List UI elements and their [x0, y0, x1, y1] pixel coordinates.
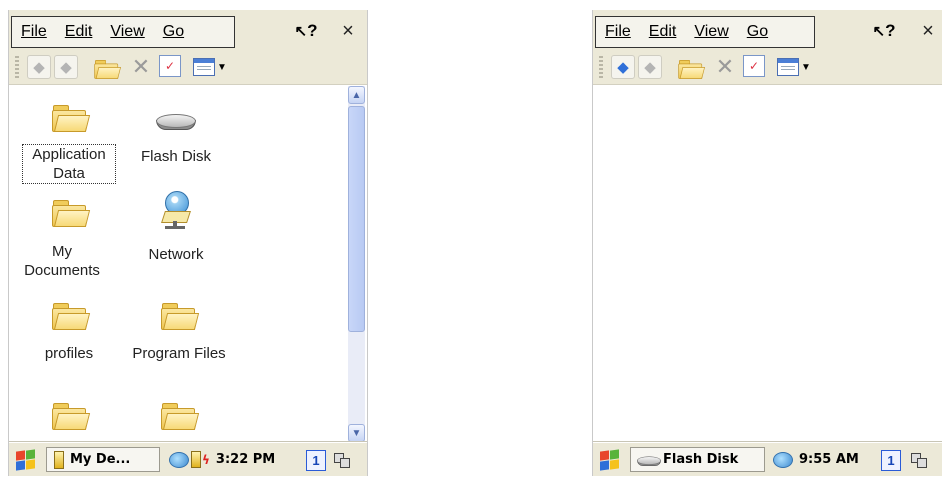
vertical-scrollbar[interactable]: ▲ ▼: [348, 86, 365, 442]
folder-icon[interactable]: [161, 303, 200, 330]
folder-icon[interactable]: [52, 200, 91, 227]
item-network[interactable]: Network: [134, 245, 218, 264]
clock[interactable]: 9:55 AM: [799, 452, 859, 467]
taskbar-window-button[interactable]: My De...: [46, 447, 160, 472]
menu-view[interactable]: View: [685, 23, 737, 41]
help-pointer-button[interactable]: ↖?: [869, 18, 899, 44]
menu-edit[interactable]: Edit: [640, 23, 686, 41]
scroll-thumb[interactable]: [348, 106, 365, 332]
chevron-down-icon: ▼: [217, 61, 227, 73]
back-arrow-icon[interactable]: ◆: [611, 55, 635, 79]
taskbar-window-button[interactable]: Flash Disk: [630, 447, 765, 472]
file-list: Application Data Flash Disk My Documents…: [9, 85, 367, 443]
close-button[interactable]: ×: [335, 18, 361, 44]
delete-icon[interactable]: ✕: [713, 54, 737, 79]
network-status-icon[interactable]: [169, 451, 189, 468]
views-dropdown-button[interactable]: ▼: [193, 55, 227, 79]
toolbar-grip-icon[interactable]: [15, 56, 19, 78]
toolbar: ◆ ◆ ✕ ✓ ▼: [9, 50, 367, 85]
properties-icon[interactable]: ✓: [743, 55, 765, 77]
up-folder-icon[interactable]: [673, 55, 705, 79]
up-folder-icon[interactable]: [89, 55, 121, 79]
delete-icon[interactable]: ✕: [129, 54, 153, 79]
taskbar-window-label: Flash Disk: [663, 452, 739, 467]
system-tray: ϟ 3:22 PM: [169, 447, 275, 472]
forward-arrow-icon[interactable]: ◆: [54, 55, 78, 79]
folder-icon[interactable]: [52, 403, 91, 430]
taskbar: Flash Disk 9:55 AM 1: [593, 442, 942, 476]
menu-group: File Edit View Go: [11, 16, 235, 48]
chevron-down-icon: ▼: [801, 61, 811, 73]
menu-edit[interactable]: Edit: [56, 23, 102, 41]
views-icon: [193, 58, 216, 76]
item-flash-disk[interactable]: Flash Disk: [129, 147, 223, 166]
clock[interactable]: 3:22 PM: [216, 452, 275, 467]
views-icon: [777, 58, 800, 76]
start-flag-icon[interactable]: [14, 449, 36, 471]
desktop-number-icon[interactable]: 1: [881, 450, 901, 471]
file-list-empty: [593, 85, 942, 443]
item-profiles[interactable]: profiles: [29, 344, 109, 363]
battery-icon[interactable]: [191, 451, 201, 468]
menu-group: File Edit View Go: [595, 16, 815, 48]
network-icon[interactable]: [159, 191, 193, 229]
taskbar: My De... ϟ 3:22 PM 1: [9, 442, 367, 476]
scroll-up-icon[interactable]: ▲: [348, 86, 365, 104]
connection-icon[interactable]: [334, 451, 350, 468]
right-explorer-window: File Edit View Go ↖? × ◆ ◆ ✕ ✓ ▼ Flash D…: [592, 10, 942, 476]
taskbar-window-label: My De...: [70, 452, 131, 467]
folder-icon[interactable]: [52, 105, 91, 132]
folder-icon[interactable]: [52, 303, 91, 330]
item-my-documents[interactable]: My Documents: [17, 242, 107, 280]
menu-go[interactable]: Go: [154, 23, 193, 41]
item-application-data[interactable]: Application Data: [22, 144, 116, 184]
left-explorer-window: File Edit View Go ↖? × ◆ ◆ ✕ ✓ ▼ Applica…: [8, 10, 368, 476]
menu-file[interactable]: File: [12, 23, 56, 41]
desktop-number-icon[interactable]: 1: [306, 450, 326, 471]
item-program-files[interactable]: Program Files: [122, 344, 236, 363]
folder-icon[interactable]: [161, 403, 200, 430]
close-button[interactable]: ×: [915, 18, 941, 44]
menu-bar: File Edit View Go ↖? ×: [593, 10, 942, 50]
flash-disk-icon[interactable]: [156, 114, 196, 132]
connection-icon[interactable]: [911, 451, 927, 468]
system-tray: 9:55 AM: [773, 447, 859, 472]
start-flag-icon[interactable]: [598, 449, 620, 471]
network-status-icon[interactable]: [773, 451, 793, 468]
pda-icon: [54, 450, 64, 469]
power-icon: ϟ: [202, 452, 210, 467]
menu-go[interactable]: Go: [738, 23, 777, 41]
views-dropdown-button[interactable]: ▼: [777, 55, 811, 79]
properties-icon[interactable]: ✓: [159, 55, 181, 77]
menu-file[interactable]: File: [596, 23, 640, 41]
help-pointer-button[interactable]: ↖?: [291, 18, 321, 44]
forward-arrow-icon[interactable]: ◆: [638, 55, 662, 79]
menu-bar: File Edit View Go ↖? ×: [9, 10, 367, 50]
flash-disk-icon: [637, 455, 661, 466]
toolbar-grip-icon[interactable]: [599, 56, 603, 78]
back-arrow-icon[interactable]: ◆: [27, 55, 51, 79]
menu-view[interactable]: View: [101, 23, 153, 41]
toolbar: ◆ ◆ ✕ ✓ ▼: [593, 50, 942, 85]
scroll-down-icon[interactable]: ▼: [348, 424, 365, 442]
